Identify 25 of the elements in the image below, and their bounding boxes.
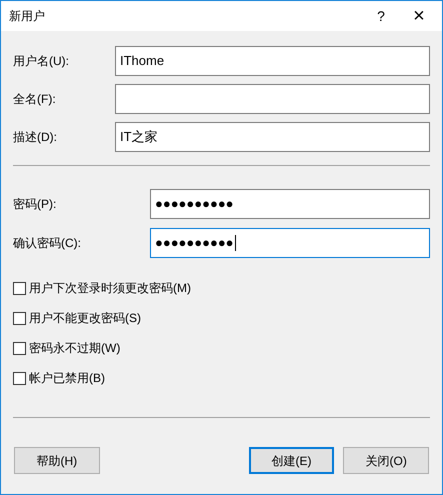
field-label: 全名(F): — [13, 91, 57, 108]
text-cursor — [234, 235, 236, 251]
checkbox-label: 用户不能更改密码(S) — [29, 310, 141, 327]
input-field[interactable]: IThome — [115, 46, 430, 76]
input-field[interactable]: ●●●●●●●●●● — [150, 228, 430, 258]
help-button[interactable]: ? — [366, 1, 396, 31]
checkbox-label: 帐户已禁用(B) — [29, 370, 105, 387]
field-label: 密码(P): — [13, 196, 58, 213]
checkbox-label: 用户下次登录时须更改密码(M) — [29, 280, 191, 297]
input-field[interactable]: ●●●●●●●●●● — [150, 189, 430, 219]
checkbox[interactable] — [13, 312, 26, 324]
close-button[interactable]: × — [396, 1, 442, 31]
dialog-button[interactable]: 关闭(O) — [343, 447, 429, 474]
input-field[interactable]: IT之家 — [115, 122, 430, 152]
input-field[interactable] — [115, 84, 430, 114]
field-label: 用户名(U): — [13, 53, 70, 70]
checkbox[interactable] — [13, 282, 26, 294]
checkbox[interactable] — [13, 372, 26, 384]
field-label: 确认密码(C): — [13, 235, 82, 252]
checkbox-label: 密码永不过期(W) — [29, 340, 120, 357]
field-label: 描述(D): — [13, 129, 58, 146]
checkbox[interactable] — [13, 342, 26, 354]
window-title: 新用户 — [9, 8, 46, 25]
dialog-button[interactable]: 创建(E) — [248, 447, 334, 474]
dialog-button[interactable]: 帮助(H) — [14, 447, 100, 474]
